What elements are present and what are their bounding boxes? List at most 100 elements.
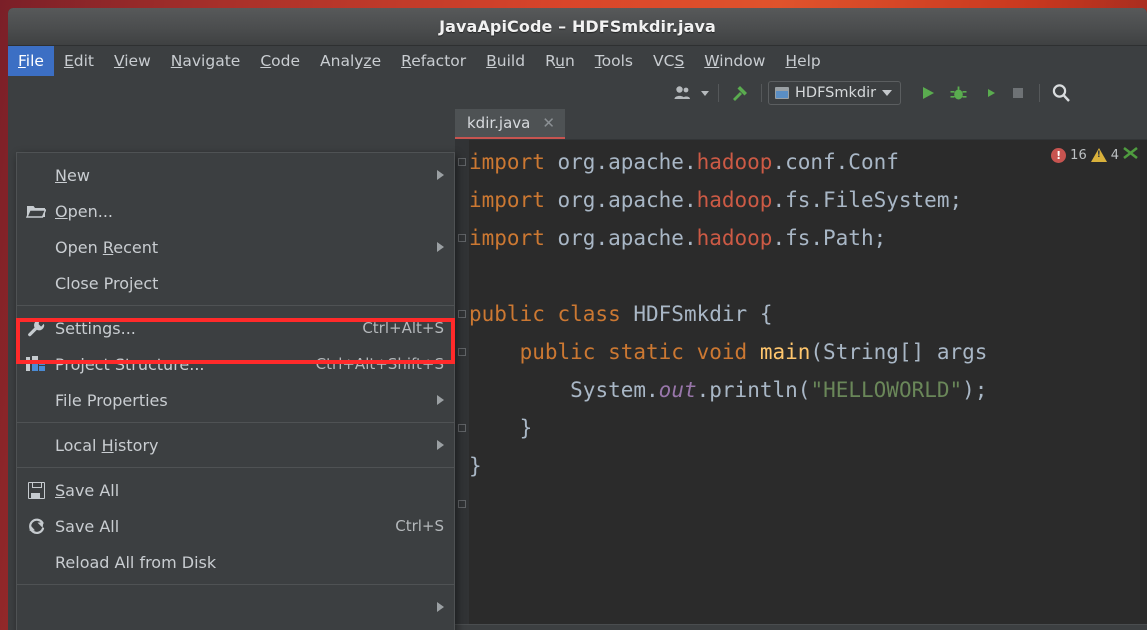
search-icon[interactable] xyxy=(1046,80,1076,106)
fold-marker[interactable] xyxy=(458,234,466,242)
inspection-status-widget[interactable]: ! 16 4 xyxy=(1045,146,1139,164)
wrench-icon xyxy=(17,319,55,338)
menu-bar-item-analyze[interactable]: Analyze xyxy=(310,46,391,76)
menu-item-invalidate-caches[interactable]: Reload All from Disk xyxy=(17,544,454,580)
chevron-down-icon[interactable] xyxy=(698,80,712,106)
menu-bar-item-navigate[interactable]: Navigate xyxy=(161,46,251,76)
inspection-toggle-icon[interactable] xyxy=(1123,146,1139,164)
hammer-icon[interactable] xyxy=(725,80,755,106)
close-icon[interactable]: ✕ xyxy=(542,115,555,131)
chevron-right-icon xyxy=(437,395,444,405)
menu-item-label-project-structure: Project Structure... xyxy=(55,354,205,374)
fold-marker[interactable] xyxy=(458,310,466,318)
toolbar-separator xyxy=(761,84,762,102)
menu-bar-label-edit: Edit xyxy=(63,52,94,70)
menu-item-label-open-recent: Open Recent xyxy=(55,237,159,257)
fold-marker[interactable] xyxy=(458,348,466,356)
window-title-bar: JavaApiCode – HDFSmkdir.java xyxy=(8,8,1147,46)
error-count: 16 xyxy=(1070,147,1087,163)
menu-bar-item-view[interactable]: View xyxy=(104,46,161,76)
menu-item-project-structure[interactable]: Project Structure... Ctrl+Alt+Shift+S xyxy=(17,346,454,382)
toolbar-separator xyxy=(1039,84,1041,102)
menu-item-new[interactable]: New xyxy=(17,157,454,193)
menu-bar: File Edit View Navigate Code Analyze Ref… xyxy=(8,46,1147,76)
run-coverage-icon[interactable] xyxy=(973,80,1003,106)
menu-item-label-close-project: Close Project xyxy=(55,273,159,293)
reload-icon xyxy=(17,517,55,536)
editor-tab-label: kdir.java xyxy=(467,114,531,132)
window-title: JavaApiCode – HDFSmkdir.java xyxy=(439,17,716,36)
menu-item-open[interactable]: Open... xyxy=(17,193,454,229)
menu-separator xyxy=(17,467,454,468)
menu-separator xyxy=(17,305,454,306)
menu-item-local-history[interactable]: Local History xyxy=(17,427,454,463)
menu-item-manage-ide-settings[interactable] xyxy=(17,589,454,625)
menu-bar-label-view: View xyxy=(113,52,151,70)
menu-bar-label-run: Run xyxy=(545,52,575,70)
run-configuration-selector[interactable]: HDFSmkdir xyxy=(768,81,902,105)
warning-icon xyxy=(1090,148,1107,162)
menu-bar-item-edit[interactable]: Edit xyxy=(54,46,104,76)
ide-body: HDFSmkdir kdir.java ✕ import org.apache.… xyxy=(8,76,1147,630)
menu-bar-label-tools: Tools xyxy=(594,52,633,70)
user-icon[interactable] xyxy=(668,80,698,106)
ide-window: JavaApiCode – HDFSmkdir.java File Edit V… xyxy=(8,8,1147,630)
menu-item-reload-all-from-disk[interactable]: Save All Ctrl+S xyxy=(17,508,454,544)
menu-item-settings[interactable]: Settings... Ctrl+Alt+S xyxy=(17,310,454,346)
menu-item-shortcut-project-structure: Ctrl+Alt+Shift+S xyxy=(315,355,444,373)
module-icon xyxy=(17,356,55,372)
menu-bar-item-run[interactable]: Run xyxy=(535,46,585,76)
editor-tab-strip: kdir.java ✕ xyxy=(455,109,1147,140)
fold-marker[interactable] xyxy=(458,424,466,432)
menu-item-open-recent[interactable]: Open Recent xyxy=(17,229,454,265)
menu-bar-item-help[interactable]: Help xyxy=(775,46,830,76)
menu-item-save-all[interactable]: Save All xyxy=(17,472,454,508)
chevron-right-icon xyxy=(437,440,444,450)
chevron-right-icon xyxy=(437,242,444,252)
menu-bar-item-window[interactable]: Window xyxy=(694,46,775,76)
menu-bar-label-file: File xyxy=(18,52,44,70)
menu-bar-item-vcs[interactable]: VCS xyxy=(643,46,694,76)
main-toolbar: HDFSmkdir xyxy=(8,76,1147,110)
menu-item-label-new: New xyxy=(55,165,90,185)
menu-item-new-projects-settings[interactable]: Manage IDE Settings xyxy=(17,625,454,630)
debug-bug-icon[interactable] xyxy=(943,80,973,106)
run-play-icon[interactable] xyxy=(913,80,943,106)
menu-bar-label-navigate: Navigate xyxy=(170,52,241,70)
menu-bar-item-file[interactable]: File xyxy=(8,46,54,76)
menu-bar-item-tools[interactable]: Tools xyxy=(585,46,643,76)
error-icon: ! xyxy=(1051,147,1067,163)
code-content[interactable]: import org.apache.hadoop.conf.Conf impor… xyxy=(469,140,1147,630)
menu-bar-label-analyze: Analyze xyxy=(320,52,382,70)
menu-bar-label-vcs: VCS xyxy=(653,52,685,70)
code-editor[interactable]: import org.apache.hadoop.conf.Conf impor… xyxy=(455,140,1147,630)
editor-tab-hdfsmkdir[interactable]: kdir.java ✕ xyxy=(455,109,565,139)
fold-marker[interactable] xyxy=(458,500,466,508)
menu-bar-item-code[interactable]: Code xyxy=(250,46,310,76)
run-config-icon xyxy=(775,87,789,99)
menu-item-label-invalidate-caches: Reload All from Disk xyxy=(55,552,217,572)
menu-item-close-project[interactable]: Close Project xyxy=(17,265,454,301)
menu-separator xyxy=(17,584,454,585)
fold-marker[interactable] xyxy=(458,158,466,166)
file-dropdown-menu: New Open... Open Recent Close Project Se… xyxy=(16,152,455,630)
toolbar-separator xyxy=(718,84,719,102)
menu-bar-label-build: Build xyxy=(486,52,526,70)
folder-icon xyxy=(17,203,55,219)
menu-item-label-local-history: Local History xyxy=(55,435,159,455)
menu-bar-item-refactor[interactable]: Refactor xyxy=(391,46,476,76)
menu-separator xyxy=(17,422,454,423)
menu-item-label-settings: Settings... xyxy=(55,318,136,338)
menu-bar-label-window: Window xyxy=(704,52,766,70)
menu-bar-label-code: Code xyxy=(260,52,301,70)
menu-item-shortcut-reload: Ctrl+S xyxy=(395,517,444,535)
chevron-right-icon xyxy=(437,602,444,612)
stop-icon[interactable] xyxy=(1003,80,1033,106)
save-icon xyxy=(17,481,55,499)
menu-item-shortcut-settings: Ctrl+Alt+S xyxy=(362,319,444,337)
menu-item-file-properties[interactable]: File Properties xyxy=(17,382,454,418)
menu-bar-item-build[interactable]: Build xyxy=(476,46,535,76)
editor-gutter[interactable] xyxy=(455,140,469,630)
menu-item-label-file-properties: File Properties xyxy=(55,390,168,410)
menu-item-label-save-all: Save All xyxy=(55,480,120,500)
